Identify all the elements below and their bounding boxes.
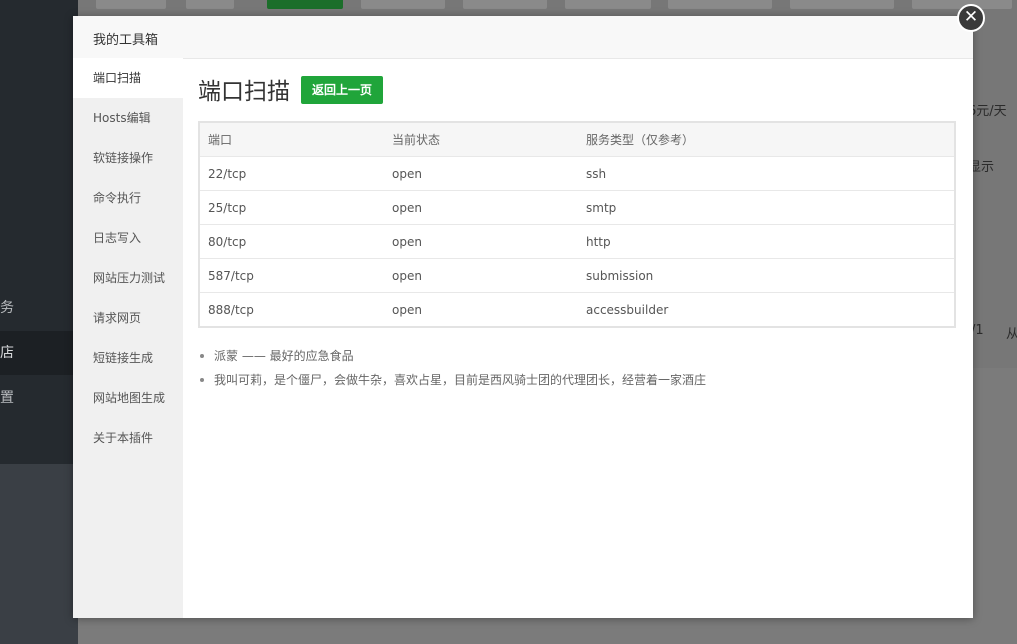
cell-service: http xyxy=(578,224,954,259)
menu-item-symlink[interactable]: 软链接操作 xyxy=(73,138,183,178)
table-row: 587/tcp open submission xyxy=(200,258,954,293)
table-row: 22/tcp open ssh xyxy=(200,156,954,191)
toolbox-menu: 端口扫描 Hosts编辑 软链接操作 命令执行 日志写入 网站压力测试 请求网页… xyxy=(73,58,183,618)
menu-item-about[interactable]: 关于本插件 xyxy=(73,418,183,458)
note-text: 派蒙 —— 最好的应急食品 xyxy=(214,349,354,363)
column-header-port: 端口 xyxy=(200,123,384,157)
menu-item-port-scan[interactable]: 端口扫描 xyxy=(73,58,183,98)
menu-item-hosts-edit[interactable]: Hosts编辑 xyxy=(73,98,183,138)
port-table: 端口 当前状态 服务类型（仅参考） 22/tcp open ssh 25/tcp… xyxy=(198,121,956,328)
background-tab xyxy=(565,0,651,9)
cell-port: 22/tcp xyxy=(200,156,384,191)
cell-port: 888/tcp xyxy=(208,302,254,317)
cell-port: 25/tcp xyxy=(200,190,384,225)
column-header-status: 当前状态 xyxy=(384,123,578,157)
column-header-service: 服务类型（仅参考） xyxy=(578,123,954,157)
background-sidebar-item: 务 xyxy=(0,300,14,316)
menu-item-short-link[interactable]: 短链接生成 xyxy=(73,338,183,378)
cell-service: accessbuilder xyxy=(586,302,669,317)
background-tab-active xyxy=(267,0,343,9)
background-tab xyxy=(790,0,894,9)
table-row: 888/tcp open accessbuilder xyxy=(200,293,954,327)
cell-service: smtp xyxy=(578,190,954,225)
cell-service: submission xyxy=(578,258,954,293)
cell-service: ssh xyxy=(578,156,954,191)
table-header-row: 端口 当前状态 服务类型（仅参考） xyxy=(200,123,954,157)
cell-status: open xyxy=(384,258,578,293)
background-text: 6元/天 xyxy=(968,104,1007,119)
list-item: 派蒙 —— 最好的应急食品 xyxy=(198,344,958,368)
background-tab xyxy=(668,0,772,9)
notes-list: 派蒙 —— 最好的应急食品 我叫可莉，是个僵尸，会做牛杂，喜欢占星，目前是西风骑… xyxy=(198,344,958,392)
cell-port: 80/tcp xyxy=(200,224,384,259)
background-sidebar-lower xyxy=(0,464,78,644)
background-tab xyxy=(186,0,234,9)
table-row: 80/tcp open http xyxy=(200,224,954,259)
cell-status: open xyxy=(384,224,578,259)
note-text: 我叫可莉，是个僵尸，会做牛杂，喜欢占星，目前是西风骑士团的代理团长，经营着一家酒… xyxy=(214,373,707,387)
menu-item-request-page[interactable]: 请求网页 xyxy=(73,298,183,338)
page-title: 端口扫描 xyxy=(198,79,290,105)
background-tab xyxy=(96,0,166,9)
background-tab xyxy=(463,0,547,9)
modal-header: 我的工具箱 xyxy=(73,16,973,59)
cell-status: open xyxy=(384,190,578,225)
background-text: 从 xyxy=(1006,327,1017,342)
back-button[interactable]: 返回上一页 xyxy=(301,76,383,104)
cell-port: 587/tcp xyxy=(200,258,384,293)
cell-status: open xyxy=(384,156,578,191)
modal-title: 我的工具箱 xyxy=(93,33,159,48)
menu-item-stress-test[interactable]: 网站压力测试 xyxy=(73,258,183,298)
list-item: 我叫可莉，是个僵尸，会做牛杂，喜欢占星，目前是西风骑士团的代理团长，经营着一家酒… xyxy=(198,368,958,392)
cell-status: open xyxy=(392,302,422,317)
table-row: 25/tcp open smtp xyxy=(200,190,954,225)
toolbox-modal: 我的工具箱 端口扫描 Hosts编辑 软链接操作 命令执行 日志写入 网站压力测… xyxy=(73,16,973,618)
menu-item-sitemap[interactable]: 网站地图生成 xyxy=(73,378,183,418)
background-tab xyxy=(361,0,445,9)
menu-item-log-write[interactable]: 日志写入 xyxy=(73,218,183,258)
bullet-icon xyxy=(200,378,204,382)
close-icon[interactable]: ✕ xyxy=(957,4,985,32)
background-sidebar-item-active: 店 xyxy=(0,331,78,375)
bullet-icon xyxy=(200,354,204,358)
background-sidebar: 务 店 置 xyxy=(0,0,78,644)
background-sidebar-item: 置 xyxy=(0,390,14,406)
menu-item-command-exec[interactable]: 命令执行 xyxy=(73,178,183,218)
